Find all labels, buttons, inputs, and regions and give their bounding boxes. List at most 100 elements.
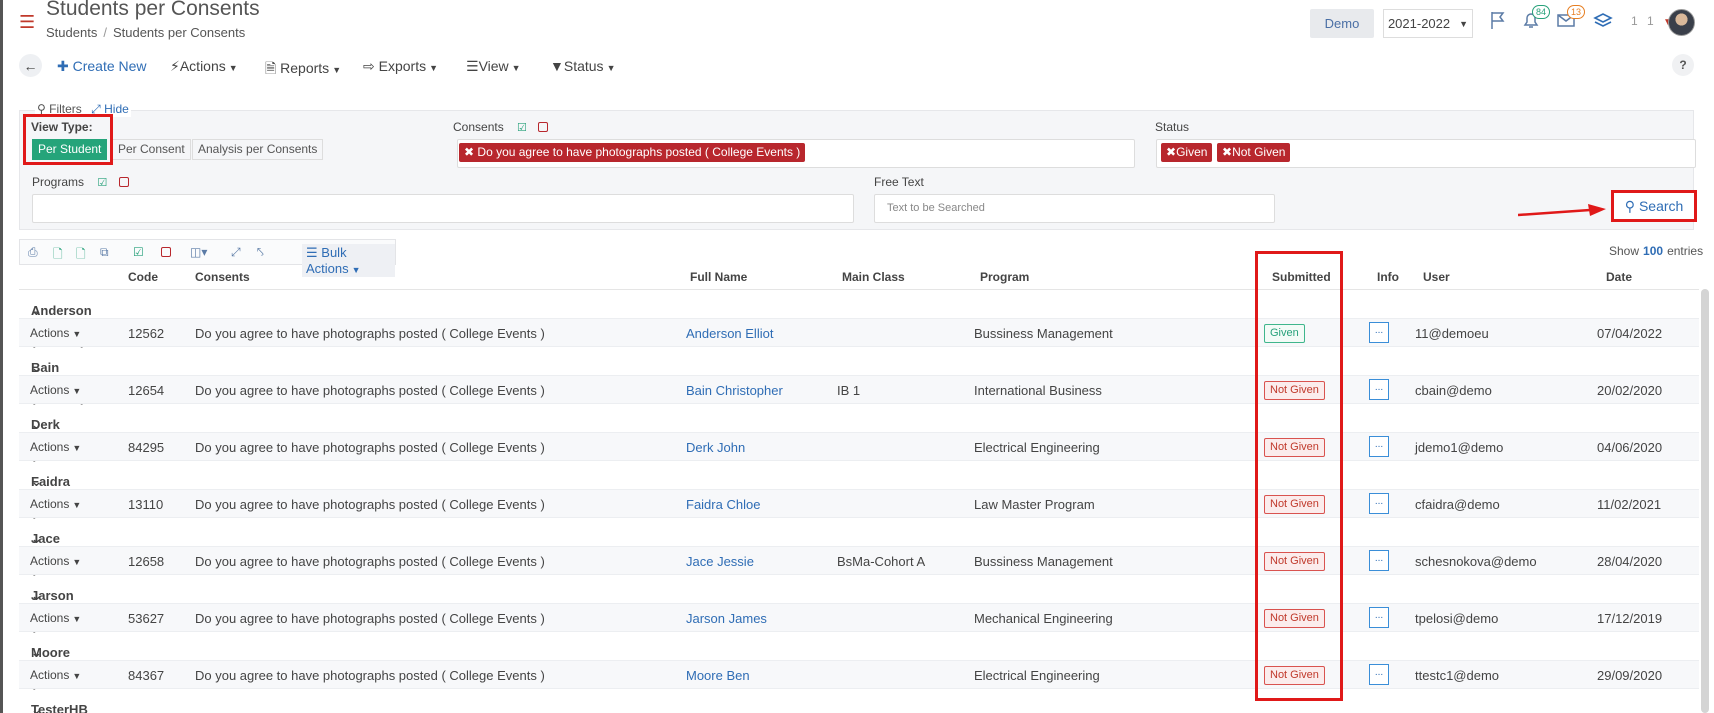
column-header-main-class[interactable]: Main Class bbox=[842, 270, 905, 284]
messages-envelope-icon[interactable]: 13 bbox=[1553, 5, 1585, 34]
csv-icon[interactable]: 🗋︎ bbox=[76, 245, 86, 266]
info-button[interactable]: ... bbox=[1369, 493, 1389, 514]
row-actions-button[interactable]: Actions ▼ bbox=[30, 440, 81, 454]
columns-icon[interactable]: ◫▾ bbox=[190, 245, 207, 259]
avatar[interactable] bbox=[1668, 9, 1695, 36]
full-name-link[interactable]: Jace Jessie bbox=[686, 554, 754, 569]
select-all-check-icon[interactable]: ☑ bbox=[517, 122, 527, 134]
actions-menu-button[interactable]: ⚡︎Actions ▼ bbox=[170, 58, 238, 75]
expand-icon[interactable]: ⤢ bbox=[231, 245, 241, 260]
info-button[interactable]: ... bbox=[1369, 550, 1389, 571]
date-cell: 29/09/2020 bbox=[1597, 668, 1663, 683]
collapse-icon[interactable]: ⤣ bbox=[257, 245, 264, 260]
create-new-button[interactable]: ✚ Create New bbox=[57, 58, 147, 75]
table-row: Actions ▼ 53627 Do you agree to have photog… bbox=[19, 603, 1699, 632]
back-arrow-icon[interactable]: ← bbox=[19, 54, 42, 77]
notifications-bell-icon[interactable]: 84 bbox=[1518, 5, 1550, 34]
full-name-link[interactable]: Moore Ben bbox=[686, 668, 750, 683]
column-header-full-name[interactable]: Full Name bbox=[690, 270, 747, 284]
row-actions-button[interactable]: Actions ▼ bbox=[30, 383, 81, 397]
entries-count[interactable]: 100 bbox=[1643, 244, 1663, 258]
select-all-check-icon[interactable]: ☑ bbox=[97, 177, 107, 189]
column-header-info[interactable]: Info bbox=[1377, 270, 1399, 284]
help-button[interactable]: ? bbox=[1672, 54, 1694, 76]
programs-select[interactable] bbox=[32, 194, 854, 223]
academic-year-select[interactable]: 2021-2022 ▼ bbox=[1383, 9, 1473, 38]
column-header-submitted[interactable]: Submitted bbox=[1272, 270, 1331, 284]
status-chip-given[interactable]: ✖Given bbox=[1161, 143, 1213, 162]
breadcrumb-students[interactable]: Students bbox=[46, 25, 97, 40]
group-row[interactable]: ⌄ Moore Ben (Total: 1) bbox=[19, 633, 1699, 705]
column-header-code[interactable]: Code bbox=[128, 270, 158, 284]
reports-menu-button[interactable]: 🗎︎ Reports ▼ bbox=[265, 58, 341, 82]
row-actions-label: Actions bbox=[30, 383, 70, 397]
copy-icon[interactable]: ⧉ bbox=[100, 245, 109, 260]
bulk-actions-button[interactable]: ☰ Bulk Actions ▼ bbox=[302, 244, 395, 277]
group-row[interactable]: ⌄ Jace Jessie (Total: 1) bbox=[19, 519, 1699, 591]
clear-all-icon[interactable] bbox=[118, 177, 129, 187]
layers-icon[interactable] bbox=[1590, 10, 1616, 34]
remove-x-icon[interactable]: ✖ bbox=[1166, 145, 1176, 159]
row-actions-button[interactable]: Actions ▼ bbox=[30, 611, 81, 625]
info-button[interactable]: ... bbox=[1369, 664, 1389, 685]
group-row[interactable]: ⌄ Bain Christopher (Total: 1) bbox=[19, 348, 1699, 405]
info-button[interactable]: ... bbox=[1369, 436, 1389, 457]
hamburger-menu-icon[interactable]: ☰ bbox=[19, 13, 35, 31]
clear-all-icon[interactable] bbox=[538, 122, 549, 132]
deselect-all-icon[interactable] bbox=[161, 247, 171, 257]
full-name-link[interactable]: Faidra Chloe bbox=[686, 497, 760, 512]
column-header-program[interactable]: Program bbox=[980, 270, 1029, 284]
free-text-input[interactable]: Text to be Searched bbox=[874, 194, 1275, 223]
demo-button[interactable]: Demo bbox=[1310, 9, 1374, 38]
view-type-per-consent-button[interactable]: Per Consent bbox=[112, 139, 191, 160]
excel-icon[interactable]: 🗋︎ bbox=[53, 245, 63, 266]
programs-filter-label: Programs ☑ bbox=[32, 175, 129, 189]
group-row[interactable]: ⌄ TesterHB Hubspot (Total: 1) bbox=[19, 690, 1699, 713]
status-chip-not-given[interactable]: ✖Not Given bbox=[1217, 143, 1291, 162]
exports-menu-button[interactable]: ⇨ Exports ▼ bbox=[363, 58, 438, 75]
program-cell: Bussiness Management bbox=[974, 326, 1113, 341]
remove-x-icon[interactable]: ✖ bbox=[464, 145, 474, 159]
chevron-down-icon: ▼ bbox=[72, 443, 82, 453]
column-header-consents[interactable]: Consents bbox=[195, 270, 250, 284]
print-icon[interactable]: ⎙ bbox=[28, 245, 38, 260]
row-actions-button[interactable]: Actions ▼ bbox=[30, 497, 81, 511]
row-actions-button[interactable]: Actions ▼ bbox=[30, 554, 81, 568]
user-cell: 11@demoeu bbox=[1415, 326, 1489, 341]
row-actions-button[interactable]: Actions ▼ bbox=[30, 326, 81, 340]
submitted-status-badge: Not Given bbox=[1264, 495, 1325, 514]
status-menu-button[interactable]: ▼︎Status ▼ bbox=[550, 58, 615, 74]
date-cell: 07/04/2022 bbox=[1597, 326, 1663, 341]
full-name-link[interactable]: Bain Christopher bbox=[686, 383, 783, 398]
user-cell: ttestc1@demo bbox=[1415, 668, 1500, 683]
date-cell: 17/12/2019 bbox=[1597, 611, 1663, 626]
remove-x-icon[interactable]: ✖ bbox=[1222, 145, 1232, 159]
group-row[interactable]: ⌄ Derk John (Total: 1) bbox=[19, 405, 1699, 477]
group-row[interactable]: ⌄ Jarson James (Total: 1) bbox=[19, 576, 1699, 648]
vertical-scrollbar[interactable] bbox=[1701, 289, 1709, 713]
info-button[interactable]: ... bbox=[1369, 322, 1389, 343]
row-actions-button[interactable]: Actions ▼ bbox=[30, 668, 81, 682]
column-header-user[interactable]: User bbox=[1423, 270, 1450, 284]
reports-label: Reports bbox=[280, 60, 330, 76]
info-button[interactable]: ... bbox=[1369, 379, 1389, 400]
select-all-check-icon[interactable]: ☑ bbox=[133, 245, 144, 259]
group-row[interactable]: ⌄ Anderson Elliot (Total: 1) bbox=[19, 291, 1699, 348]
main-class-cell: IB 1 bbox=[837, 383, 861, 398]
column-header-date[interactable]: Date bbox=[1606, 270, 1632, 284]
flag-icon[interactable] bbox=[1485, 10, 1511, 34]
chevron-down-icon: ▼ bbox=[72, 329, 82, 339]
group-row[interactable]: ⌄ Faidra Chloe (Total: 1) bbox=[19, 462, 1699, 534]
full-name-link[interactable]: Jarson James bbox=[686, 611, 767, 626]
chevron-down-icon: ▼ bbox=[72, 386, 82, 396]
view-type-analysis-button[interactable]: Analysis per Consents bbox=[192, 139, 324, 160]
program-cell: Law Master Program bbox=[974, 497, 1095, 512]
full-name-link[interactable]: Derk John bbox=[686, 440, 745, 455]
view-menu-button[interactable]: ☰View ▼ bbox=[466, 58, 521, 75]
bolt-icon: ⚡︎ bbox=[170, 58, 180, 74]
full-name-link[interactable]: Anderson Elliot bbox=[686, 326, 773, 341]
consent-chip[interactable]: ✖ Do you agree to have photographs poste… bbox=[459, 143, 806, 162]
info-button[interactable]: ... bbox=[1369, 607, 1389, 628]
chevron-down-icon: ▼ bbox=[351, 265, 361, 275]
search-button[interactable]: ⚲ Search bbox=[1611, 190, 1697, 222]
